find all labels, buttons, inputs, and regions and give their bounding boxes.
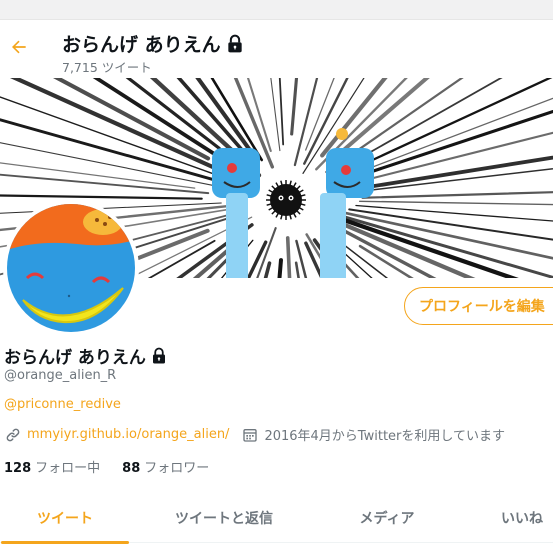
back-arrow-icon (12, 40, 26, 54)
following-link[interactable]: 128 フォロー中 (4, 457, 100, 476)
avatar[interactable] (3, 200, 139, 336)
profile-meta: mmyiyr.github.io/orange_alien/ 2016年4月から… (4, 425, 505, 444)
link-icon (4, 426, 22, 444)
profile-header: おらんげ ありえん 7,715 ツイート (0, 20, 553, 78)
follow-stats: 128 フォロー中 88 フォロワー (4, 457, 231, 476)
header-name-text: おらんげ ありえん (62, 34, 221, 56)
profile-tabs: ツイート ツイートと返信 メディア いいね (0, 493, 553, 544)
back-button[interactable] (4, 32, 34, 62)
tab-media-label: メディア (359, 511, 415, 527)
bio-mention-link[interactable]: @priconne_redive (4, 397, 121, 412)
tab-tweets-and-replies-label: ツイートと返信 (175, 511, 273, 527)
profile-handle: @orange_alien_R (4, 368, 117, 383)
followers-label: フォロワー (144, 461, 210, 476)
browser-top-strip (0, 0, 553, 20)
followers-link[interactable]: 88 フォロワー (122, 457, 209, 476)
tab-tweets-and-replies[interactable]: ツイートと返信 (154, 493, 294, 543)
profile-name: おらんげ ありえん (4, 343, 168, 368)
tab-media[interactable]: メディア (320, 493, 454, 543)
lock-icon (227, 34, 242, 52)
tab-likes-label: いいね (501, 511, 543, 527)
tab-likes[interactable]: いいね (480, 493, 553, 543)
profile-name-text: おらんげ ありえん (4, 348, 146, 368)
calendar-icon (241, 426, 259, 444)
followers-count: 88 (122, 461, 141, 476)
avatar-image (7, 204, 135, 332)
tab-tweets-label: ツイート (37, 511, 93, 527)
joined-date: 2016年4月からTwitterを利用しています (264, 429, 505, 444)
website-link[interactable]: mmyiyr.github.io/orange_alien/ (27, 427, 229, 442)
lock-icon (152, 347, 165, 363)
edit-profile-label: プロフィールを編集 (419, 299, 545, 315)
following-label: フォロー中 (35, 461, 101, 476)
active-tab-indicator (1, 541, 129, 544)
tweet-count: 7,715 ツイート (62, 60, 152, 75)
header-title: おらんげ ありえん (62, 30, 245, 57)
edit-profile-button[interactable]: プロフィールを編集 (404, 287, 553, 325)
following-count: 128 (4, 461, 32, 476)
tab-tweets[interactable]: ツイート (0, 493, 130, 544)
